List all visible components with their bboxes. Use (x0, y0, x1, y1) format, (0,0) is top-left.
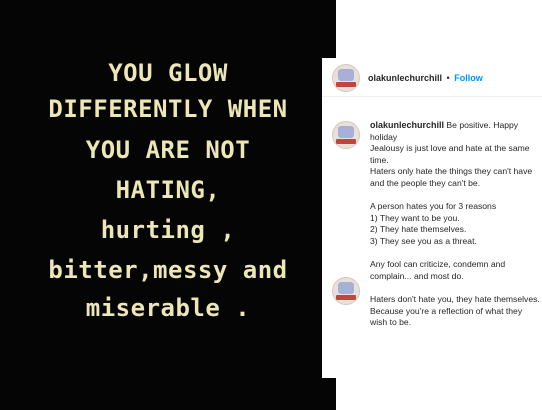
avatar-band (336, 139, 356, 144)
quote-line: DIFFERENTLY WHEN (48, 95, 288, 123)
quote-line: HATING, (115, 176, 221, 204)
avatar-face (338, 126, 354, 138)
avatar-band (336, 295, 356, 300)
quote-line: miserable . (85, 294, 251, 322)
caption-line: Haters don't hate you, they hate themsel… (370, 293, 540, 328)
caption-line: 3) They see you as a threat. (370, 235, 477, 246)
avatar-band (336, 82, 356, 87)
post-image: YOU GLOW DIFFERENTLY WHEN YOU ARE NOT HA… (0, 0, 336, 410)
post-caption: olakunlechurchill Be positive. Happy hol… (370, 120, 540, 329)
quote-line: YOU GLOW (108, 59, 228, 87)
follow-button[interactable]: Follow (454, 73, 483, 83)
quote-line: bitter,messy and (48, 256, 288, 284)
avatar-face (338, 282, 354, 294)
caption-line: Jealousy is just love and hate at the sa… (370, 143, 530, 165)
caption-line: 2) They hate themselves. (370, 224, 467, 235)
header-text: olakunlechurchill • Follow (368, 73, 483, 83)
caption-line: Haters only hate the things they can't h… (370, 166, 533, 188)
post-header: olakunlechurchill • Follow (322, 58, 542, 97)
caption-line: A person hates you for 3 reasons (370, 201, 497, 212)
caption-first-line: olakunlechurchill Be positive. Happy hol… (370, 120, 540, 143)
caption-line: Any fool can criticize, condemn and comp… (370, 259, 506, 281)
avatar[interactable] (332, 64, 360, 92)
avatar-face (338, 69, 354, 81)
quote-line: hurting , (100, 216, 236, 244)
caption-avatar[interactable] (332, 121, 360, 149)
caption-username[interactable]: olakunlechurchill (370, 120, 444, 130)
post-side-panel: olakunlechurchill • Follow olakunlechurc… (322, 58, 542, 378)
quote-line: YOU ARE NOT (85, 136, 251, 164)
separator-dot: • (446, 73, 450, 83)
caption-line: 1) They want to be you. (370, 212, 460, 223)
username-link[interactable]: olakunlechurchill (368, 73, 442, 83)
comment-avatar[interactable] (332, 277, 360, 305)
